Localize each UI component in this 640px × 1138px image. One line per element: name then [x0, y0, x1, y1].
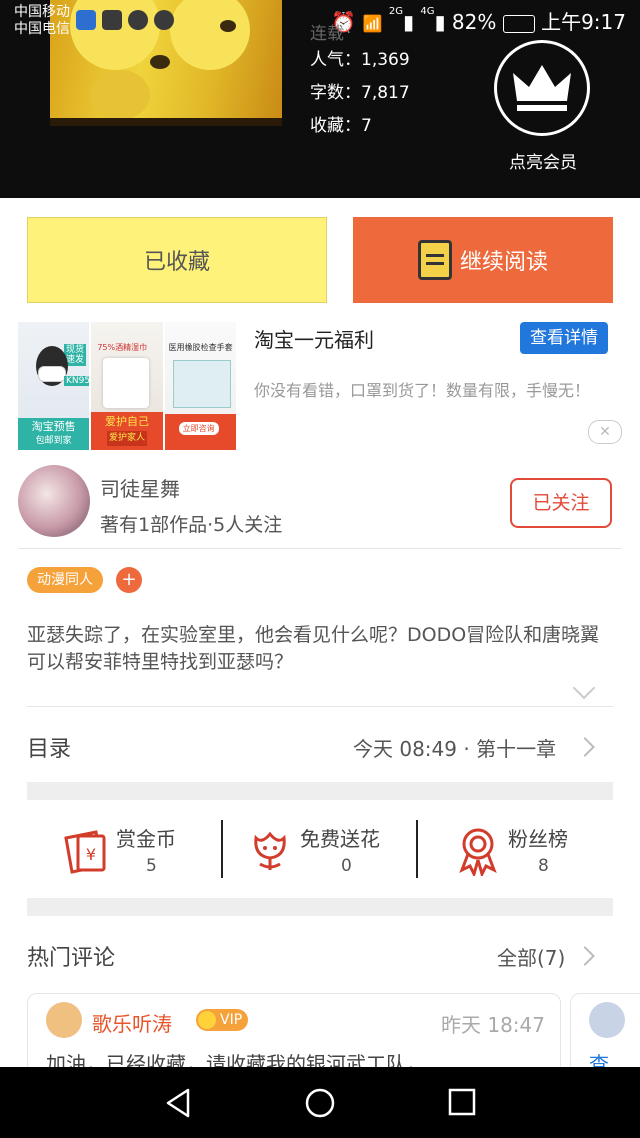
tag-anime[interactable]: 动漫同人 [27, 567, 103, 593]
author-avatar[interactable] [18, 465, 90, 537]
chevron-right-icon-2[interactable] [575, 946, 595, 966]
ad-details-button[interactable]: 查看详情 [520, 322, 608, 354]
crown-icon [513, 65, 571, 111]
shield-icon [76, 10, 96, 30]
ad-panel1-bottom: 淘宝预售 [31, 420, 76, 433]
book-description: 亚瑟失踪了，在实验室里，他会看见什么呢？DODO冒险队和唐晓翼可以帮安菲特里特找… [27, 624, 600, 673]
reward-fans-value: 8 [538, 856, 549, 876]
comment-time: 昨天 18:47 [441, 1013, 545, 1037]
commenter-avatar[interactable] [46, 1002, 82, 1038]
battery-percent: 82% [451, 10, 497, 34]
reward-coin-label: 赏金币 [116, 827, 176, 851]
favorited-label: 已收藏 [143, 250, 210, 275]
ad-panel3-top: 医用橡胶检查手套 [168, 343, 233, 352]
bird-icon [128, 10, 148, 30]
section-separator [27, 782, 613, 800]
pulse-icon [102, 10, 122, 30]
follow-button[interactable]: 已关注 [510, 478, 612, 528]
book-stats: 连载 人气：1,369 字数：7,817 收藏：7 [310, 24, 410, 143]
svg-text:¥: ¥ [86, 845, 96, 864]
reward-coin[interactable]: ¥ 赏金币 5 [60, 818, 220, 878]
vip-badge-label: VIP [220, 1012, 243, 1028]
signal-bars-icon: ▮ [403, 10, 415, 34]
clock: 上午9:17 [541, 10, 626, 34]
ad-close-button[interactable]: ✕ [588, 420, 622, 444]
add-tag-button[interactable]: + [116, 567, 142, 593]
signal-4g: 4G [420, 6, 435, 17]
ad-panel2-bottom2: 爱护家人 [106, 431, 147, 446]
continue-reading-label: 继续阅读 [459, 250, 548, 275]
navigation-bar [0, 1067, 640, 1138]
book-status: 连载 [310, 24, 344, 44]
carrier-2: 中国电信 [14, 21, 70, 37]
carrier-1: 中国移动 [14, 4, 70, 20]
favorites-count: 收藏：7 [310, 116, 372, 136]
reward-fans-label: 粉丝榜 [508, 827, 568, 851]
ad-title[interactable]: 淘宝一元福利 [254, 324, 374, 353]
ad-panel-mask: 现货速发 KN95 淘宝预售 包邮到家 [18, 322, 92, 450]
chevron-right-icon[interactable] [575, 737, 595, 757]
vip-label[interactable]: 点亮会员 [480, 148, 606, 173]
chevron-down-icon[interactable] [572, 676, 596, 700]
catalog-title[interactable]: 目录 [27, 731, 71, 763]
reward-separator-2 [416, 820, 418, 878]
ad-description[interactable]: 你没有看错，口罩到货了！数量有限，手慢无！ [254, 380, 610, 402]
commenter-avatar-2[interactable] [589, 1002, 625, 1038]
reward-fans[interactable]: 粉丝榜 8 [456, 818, 606, 878]
reward-flower-label: 免费送花 [300, 827, 380, 851]
ad-panel2-bottom: 爱护自己 [104, 415, 149, 428]
vip-crown-icon [198, 1011, 216, 1029]
commenter-name[interactable]: 歌乐听涛 [92, 1008, 172, 1037]
recents-icon[interactable] [448, 1088, 476, 1116]
wifi-icon: 📶 [362, 14, 383, 33]
ad-panel2-top: 75%酒精湿巾 [97, 343, 148, 352]
coin-envelope-icon: ¥ [64, 830, 106, 874]
catalog-latest[interactable]: 今天 08:49 · 第十一章 [353, 733, 556, 762]
comment-card-peek[interactable]: 查 [570, 993, 640, 1075]
book-icon [417, 240, 452, 280]
wechat-icon [154, 10, 174, 30]
vip-badge: VIP [196, 1009, 249, 1031]
divider [18, 548, 622, 549]
medal-icon [459, 828, 497, 876]
favorited-button[interactable]: 已收藏 [27, 217, 327, 303]
reward-coin-value: 5 [146, 856, 157, 876]
vip-crown-button[interactable] [494, 40, 590, 136]
word-count: 字数：7,817 [310, 83, 410, 103]
reward-separator [221, 820, 223, 878]
ad-panel1-kn: KN95 [64, 376, 91, 386]
author-name[interactable]: 司徒星舞 [100, 473, 180, 502]
back-icon[interactable] [164, 1087, 192, 1119]
section-separator-2 [27, 898, 613, 916]
author-subtitle: 著有1部作品·5人关注 [100, 514, 283, 536]
reward-flower-value: 0 [341, 856, 352, 876]
comments-all-link[interactable]: 全部(7) [497, 942, 565, 971]
ad-panel-gloves: 医用橡胶检查手套 立即咨询 [164, 322, 236, 450]
ad-panel3-bottom: 立即咨询 [178, 422, 219, 435]
ad-panel1-bottom2: 包邮到家 [35, 436, 72, 446]
ad-image[interactable]: 现货速发 KN95 淘宝预售 包邮到家 75%酒精湿巾 爱护自己 爱护家人 医用… [18, 322, 236, 450]
status-right: ⏰ 📶 2G▮ 4G▮ 82% 上午9:17 [331, 6, 626, 35]
signal-bars-icon-2: ▮ [434, 10, 446, 34]
continue-reading-button[interactable]: 继续阅读 [353, 217, 613, 303]
divider-2 [27, 706, 613, 707]
battery-icon [502, 14, 535, 33]
comments-title: 热门评论 [27, 946, 116, 971]
book-header: 中国移动 中国电信 ⏰ 📶 2G▮ 4G▮ 82% 上午9:17 连载 人气：1… [0, 0, 640, 198]
reward-flower[interactable]: 免费送花 0 [248, 818, 416, 878]
flower-icon [254, 831, 286, 870]
signal-2g: 2G [388, 6, 404, 17]
home-icon[interactable] [304, 1087, 336, 1119]
ad-panel-wipes: 75%酒精湿巾 爱护自己 爱护家人 [91, 322, 165, 450]
comment-card[interactable]: 歌乐听涛 VIP 昨天 18:47 加油，已经收藏，请收藏我的银河武工队， [27, 993, 561, 1075]
